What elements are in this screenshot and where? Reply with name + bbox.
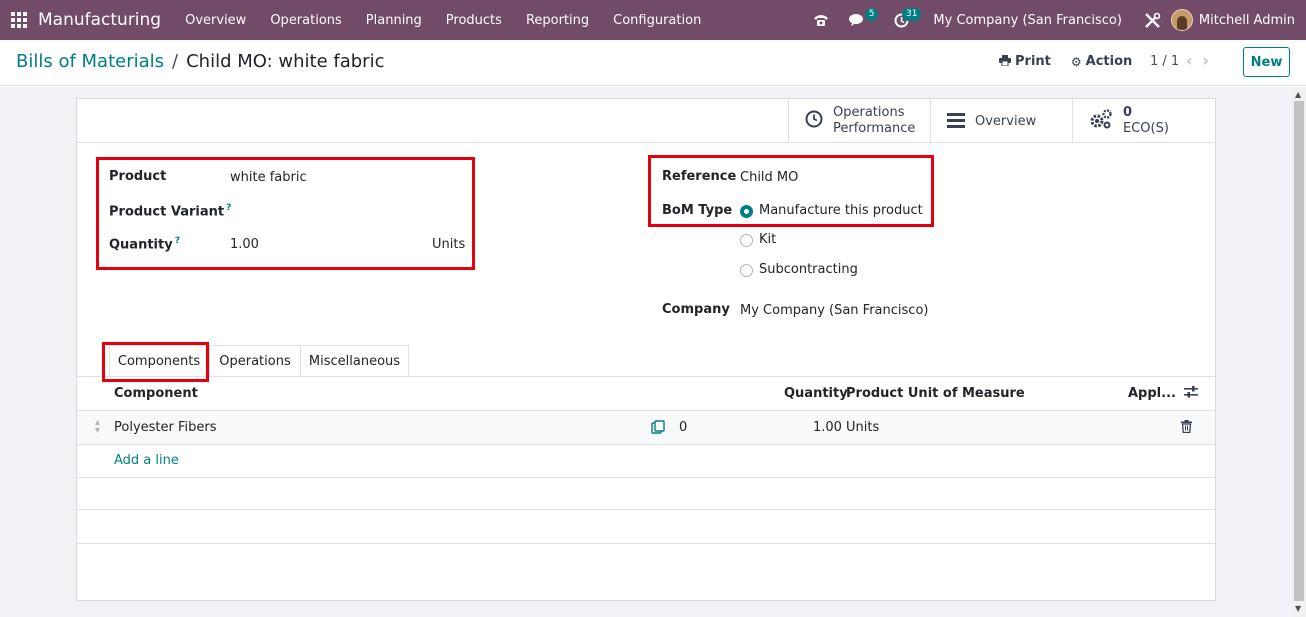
action-label: Action: [1085, 54, 1133, 69]
top-navbar: Manufacturing Overview Operations Planni…: [0, 0, 1306, 40]
company-field[interactable]: My Company (San Francisco): [740, 303, 928, 318]
messages-icon[interactable]: 5: [839, 0, 879, 40]
print-label: Print: [1015, 54, 1051, 69]
app-name[interactable]: Manufacturing: [38, 10, 161, 30]
scroll-down-arrow-icon[interactable]: ▼: [1295, 604, 1301, 613]
overview-label: Overview: [975, 113, 1037, 129]
add-line-row: Add a line: [77, 445, 1215, 478]
trash-icon[interactable]: [1181, 420, 1192, 437]
smart-buttons: Operations Performance Overview 0 ECO(S): [77, 99, 1215, 143]
components-table-header: Component Quantity Product Unit of Measu…: [77, 377, 1215, 411]
reference-label: Reference: [662, 169, 737, 184]
bom-type-label: BoM Type: [662, 203, 733, 218]
header-uom[interactable]: Product Unit of Measure: [846, 386, 1025, 401]
new-button[interactable]: New: [1243, 47, 1290, 77]
tab-components[interactable]: Components: [109, 345, 209, 377]
clock-icon: [805, 109, 823, 133]
print-button[interactable]: Print: [999, 54, 1051, 69]
table-row[interactable]: ▴ ▾ Polyester Fibers 0 1.00 Units: [77, 411, 1215, 445]
apps-menu-icon[interactable]: [0, 0, 38, 40]
header-component[interactable]: Component: [114, 386, 198, 401]
row-uom[interactable]: Units: [846, 420, 879, 435]
operations-performance-button[interactable]: Operations Performance: [788, 99, 930, 143]
bom-type-subcontracting-radio[interactable]: [740, 264, 753, 277]
menu-configuration[interactable]: Configuration: [601, 13, 713, 28]
user-menu[interactable]: Mitchell Admin: [1199, 13, 1306, 28]
quantity-label: Quantity?: [109, 236, 180, 253]
breadcrumb-parent[interactable]: Bills of Materials: [16, 51, 164, 72]
reference-field[interactable]: Child MO: [740, 170, 798, 185]
eco-button[interactable]: 0 ECO(S): [1072, 99, 1215, 143]
bom-type-manufacture-radio[interactable]: [740, 205, 753, 218]
bars-icon: [947, 109, 965, 133]
menu-products[interactable]: Products: [434, 13, 514, 28]
ops-perf-line2: Performance: [833, 121, 916, 136]
gear-icon: ⚙: [1070, 54, 1082, 69]
record-actions: Print ⚙ Action: [999, 54, 1152, 69]
eco-label: ECO(S): [1123, 121, 1169, 136]
bom-type-subcontracting-label[interactable]: Subcontracting: [759, 262, 858, 277]
quantity-field[interactable]: 1.00: [230, 237, 259, 252]
activities-icon[interactable]: 31: [884, 0, 922, 40]
chevron-right-icon[interactable]: ›: [1202, 51, 1208, 70]
product-variant-label: Product Variant?: [109, 203, 232, 220]
add-line-link[interactable]: Add a line: [114, 453, 179, 468]
menu-reporting[interactable]: Reporting: [514, 13, 601, 28]
user-avatar[interactable]: [1170, 9, 1193, 31]
company-label: Company: [662, 302, 730, 317]
print-icon: [999, 54, 1011, 69]
scroll-up-arrow-icon[interactable]: ▲: [1295, 90, 1301, 99]
row-component[interactable]: Polyester Fibers: [114, 420, 217, 435]
row-forecast: 0: [679, 420, 688, 435]
breadcrumb-separator: /: [172, 51, 179, 72]
bom-type-kit-label[interactable]: Kit: [759, 232, 776, 247]
eco-count: 0: [1123, 105, 1133, 120]
header-applicable[interactable]: Appl...: [1128, 386, 1176, 401]
control-panel: Bills of Materials / Child MO: white fab…: [0, 40, 1306, 86]
action-button[interactable]: ⚙ Action: [1071, 54, 1132, 69]
product-variant-field[interactable]: [230, 203, 464, 221]
page-title: Child MO: white fabric: [186, 51, 385, 72]
menu-planning[interactable]: Planning: [354, 13, 434, 28]
row-quantity[interactable]: 1.00: [813, 420, 842, 435]
empty-row: [77, 510, 1215, 544]
tab-miscellaneous[interactable]: Miscellaneous: [300, 345, 409, 377]
activities-badge: 31: [901, 8, 922, 21]
phone-icon[interactable]: [803, 0, 839, 40]
menu-overview[interactable]: Overview: [173, 13, 258, 28]
overview-button[interactable]: Overview: [930, 99, 1072, 143]
pager-nav: ‹ ›: [1186, 51, 1219, 70]
quantity-uom-field[interactable]: Units: [432, 237, 465, 252]
bom-type-manufacture-label[interactable]: Manufacture this product: [759, 203, 923, 218]
product-label: Product: [109, 169, 167, 184]
forecast-report-icon[interactable]: [651, 420, 665, 438]
bom-type-kit-radio[interactable]: [740, 234, 753, 247]
tools-icon[interactable]: [1134, 0, 1171, 40]
quantity-help-icon[interactable]: ?: [175, 236, 180, 246]
pager-value[interactable]: 1 / 1: [1150, 54, 1179, 69]
product-field[interactable]: white fabric: [230, 170, 307, 185]
empty-row: [77, 478, 1215, 510]
header-quantity[interactable]: Quantity: [784, 386, 848, 401]
tab-operations[interactable]: Operations: [209, 345, 301, 377]
company-switcher[interactable]: My Company (San Francisco): [919, 13, 1133, 28]
gears-icon: [1089, 108, 1113, 134]
drag-handle-icon[interactable]: ▴ ▾: [95, 418, 100, 436]
messages-badge: 5: [864, 8, 879, 21]
chevron-left-icon[interactable]: ‹: [1186, 51, 1192, 70]
ops-perf-line1: Operations: [833, 105, 905, 120]
menu-operations[interactable]: Operations: [258, 13, 353, 28]
breadcrumb: Bills of Materials / Child MO: white fab…: [16, 51, 384, 72]
scrollbar-thumb[interactable]: [1294, 101, 1304, 601]
optional-columns-icon[interactable]: [1184, 386, 1198, 402]
